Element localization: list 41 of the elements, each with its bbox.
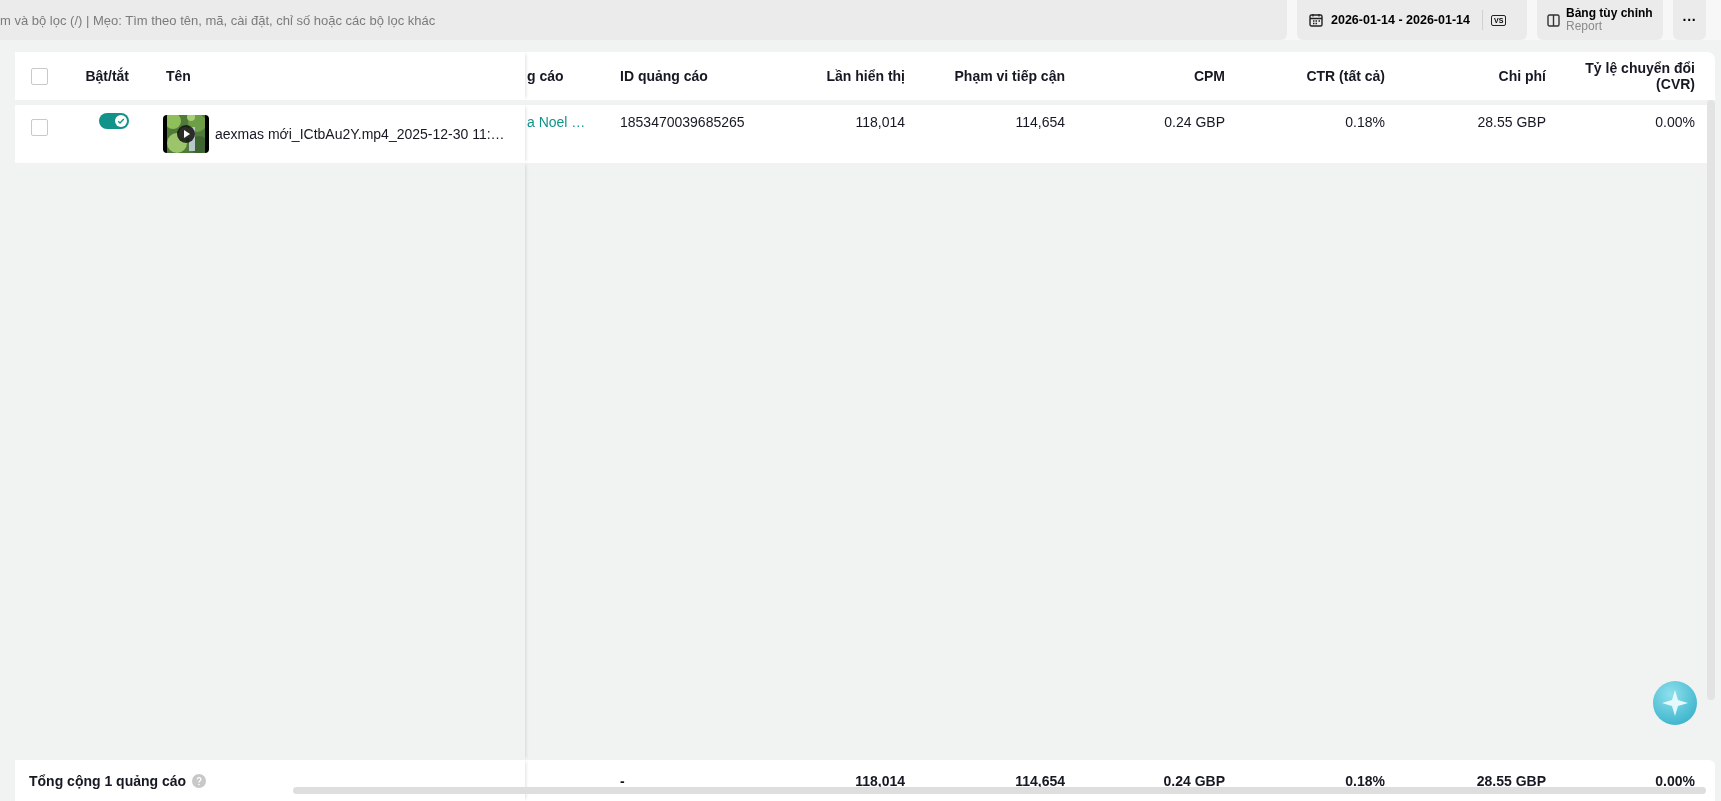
column-header: Tên: [166, 68, 191, 84]
calendar-icon: [1309, 13, 1323, 27]
total-cell: 118,014: [855, 772, 905, 789]
total-cell: 28.55 GBP: [1476, 772, 1546, 789]
custom-table-button[interactable]: Bảng tùy chỉnh Report: [1537, 0, 1663, 40]
total-cell: 0.18%: [1345, 772, 1385, 789]
assistant-button[interactable]: [1653, 681, 1697, 725]
total-cell: 0.00%: [1655, 772, 1695, 789]
vertical-scrollbar[interactable]: [1707, 100, 1715, 700]
column-header: Phạm vi tiếp cận: [954, 67, 1065, 85]
column-header: Chi phí: [1498, 67, 1546, 85]
play-icon[interactable]: [177, 125, 195, 143]
column-header: CPM: [1193, 67, 1225, 85]
total-cell: 114,654: [1015, 772, 1065, 789]
column-header: Bật/tắt: [85, 67, 129, 85]
column-header: g cáo: [527, 68, 564, 84]
column-header: ID quảng cáo: [620, 68, 708, 84]
more-button[interactable]: ···: [1673, 0, 1706, 40]
table-cell: 114,654: [1015, 114, 1065, 130]
table-cell: 28.55 GBP: [1477, 114, 1546, 130]
search-field[interactable]: m và bộ lọc (/) | Mẹo: Tìm theo tên, mã, cài đặt, chỉ số hoặc các bộ lọc khác: [0, 0, 1287, 40]
check-icon: [117, 117, 125, 125]
column-header: CTR (tất cả): [1306, 67, 1385, 85]
table-cell: 118,014: [855, 114, 905, 130]
total-cell: 0.24 GBP: [1163, 772, 1225, 789]
campaign-link[interactable]: a Noel …: [527, 114, 586, 130]
help-icon[interactable]: [192, 773, 207, 788]
table-cell: 1853470039685265: [620, 114, 745, 130]
column-header: Lần hiển thị: [826, 67, 905, 85]
horizontal-scrollbar[interactable]: [293, 787, 1706, 794]
table-cell: 0.24 GBP: [1164, 114, 1225, 130]
row-checkbox[interactable]: [31, 119, 48, 136]
table-cell: 0.00%: [1655, 114, 1695, 130]
columns-icon: [1547, 13, 1560, 27]
ad-name[interactable]: aexmas mới_ICtbAu2Y.mp4_2025-12-30 11:…: [215, 126, 505, 142]
select-all-checkbox[interactable]: [31, 67, 48, 85]
total-cell: -: [620, 772, 625, 789]
table-cell: 0.18%: [1345, 114, 1385, 130]
column-header: Tỷ lệ chuyển đổi (CVR): [1584, 59, 1695, 93]
total-label: Tổng cộng 1 quảng cáo: [29, 772, 187, 789]
status-toggle[interactable]: [99, 113, 129, 129]
